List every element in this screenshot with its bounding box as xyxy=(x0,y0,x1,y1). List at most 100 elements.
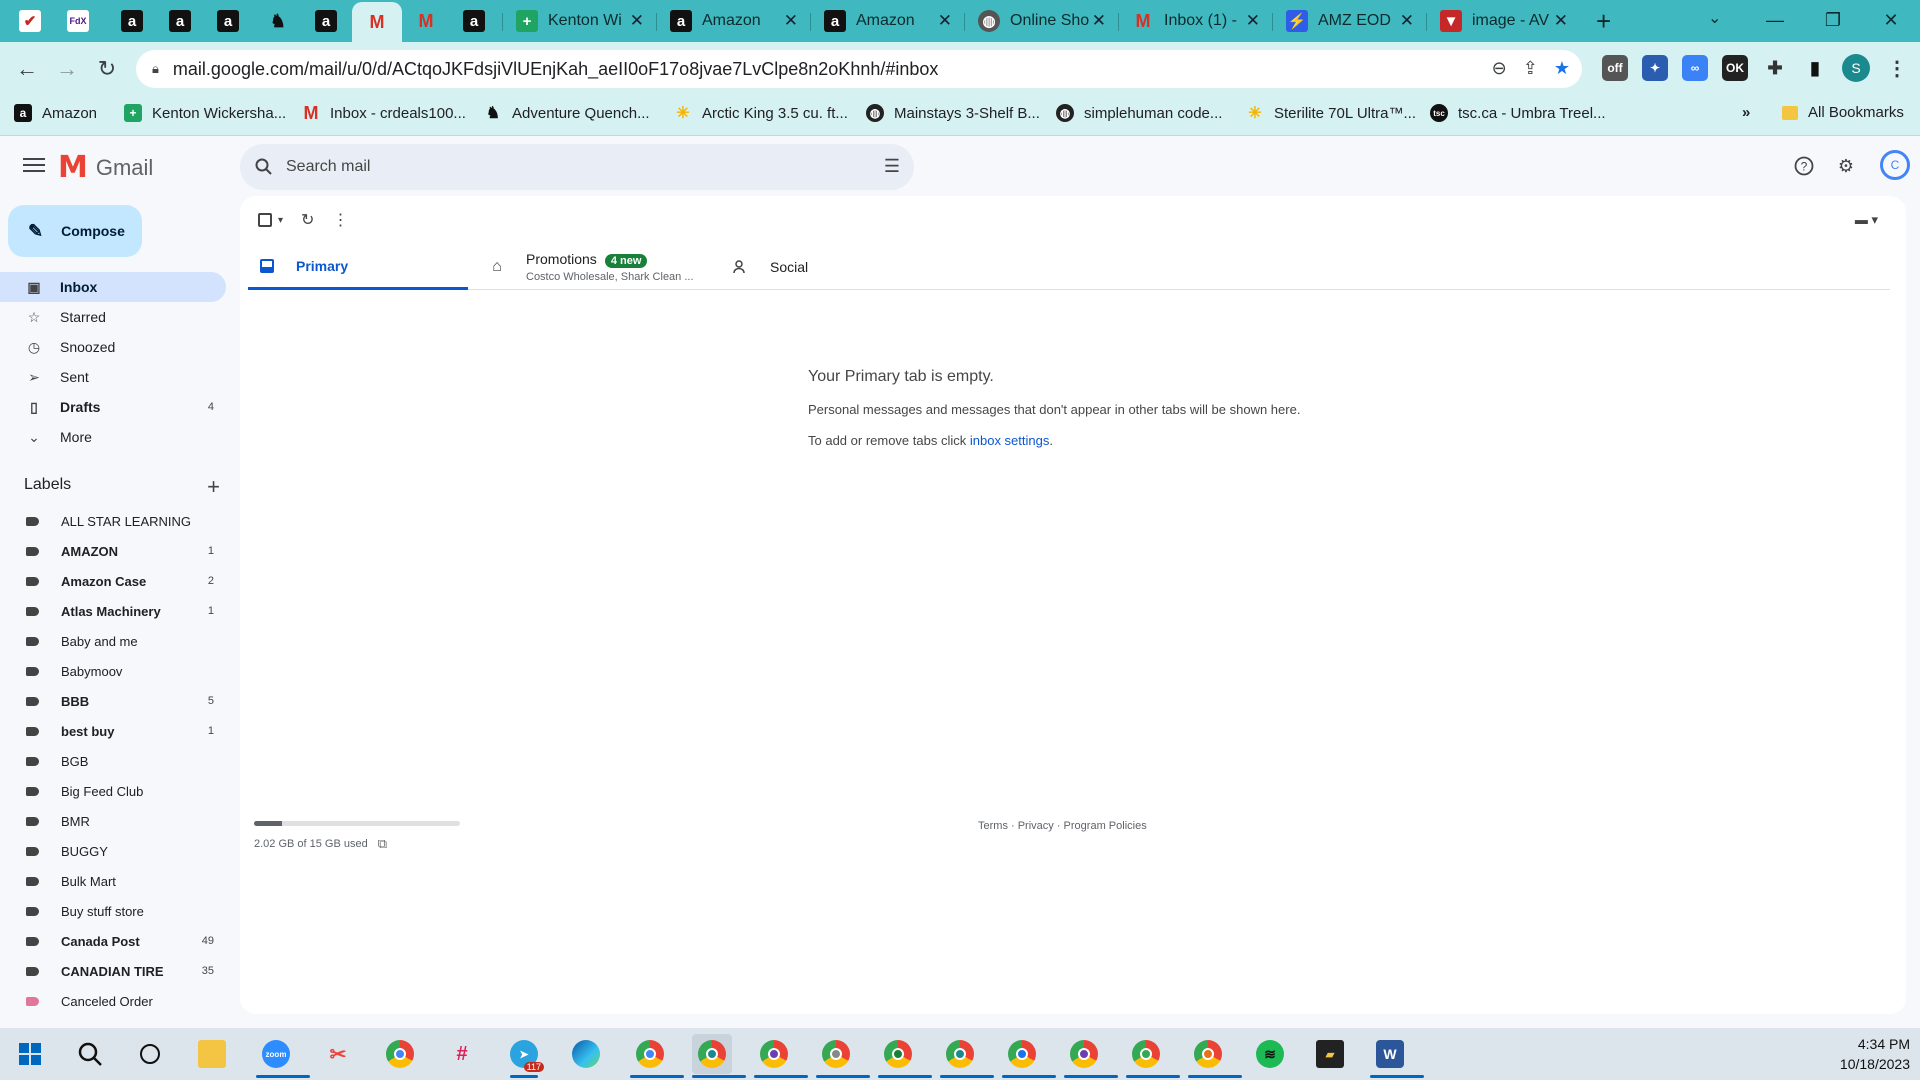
label-item[interactable]: Canceled Order xyxy=(0,986,226,1016)
bookmark-star-icon[interactable]: ★ xyxy=(1554,58,1570,79)
chrome-profile-icon[interactable] xyxy=(940,1034,994,1078)
chrome-profile-icon[interactable] xyxy=(754,1034,808,1078)
extension-icon[interactable]: ✦ xyxy=(1642,55,1668,81)
window-close-icon[interactable]: ✕ xyxy=(1862,0,1920,40)
settings-gear-icon[interactable]: ⚙ xyxy=(1834,154,1858,178)
sticky-notes-icon[interactable]: ▰ xyxy=(1310,1034,1350,1074)
search-input[interactable] xyxy=(286,158,846,176)
chrome-profile-icon[interactable] xyxy=(1126,1034,1180,1078)
telegram-icon[interactable]: ➤ 117 xyxy=(504,1034,544,1078)
browser-tab[interactable]: a xyxy=(450,2,498,40)
file-explorer-icon[interactable] xyxy=(192,1034,232,1074)
profile-avatar[interactable]: S xyxy=(1842,54,1870,82)
close-icon[interactable]: ✕ xyxy=(1400,11,1414,31)
close-icon[interactable]: ✕ xyxy=(1092,11,1106,31)
tab-social[interactable]: Social xyxy=(732,244,932,290)
lock-icon[interactable]: 🔒︎ xyxy=(152,61,159,77)
word-icon[interactable]: W xyxy=(1370,1034,1424,1078)
label-item[interactable]: BUGGY xyxy=(0,836,226,866)
browser-tab[interactable]: ⚡ AMZ EOD ✕ xyxy=(1274,2,1426,40)
minimize-icon[interactable]: — xyxy=(1746,0,1804,40)
bookmark-item[interactable]: tsc tsc.ca - Umbra Treel... xyxy=(1430,104,1606,122)
chrome-profile-icon[interactable] xyxy=(1188,1034,1242,1078)
address-bar[interactable]: 🔒︎ mail.google.com/mail/u/0/d/ACtqoJKFds… xyxy=(136,50,1582,88)
forward-icon[interactable]: → xyxy=(52,54,82,84)
chrome-profile-icon[interactable] xyxy=(878,1034,932,1078)
windows-icon[interactable] xyxy=(10,1034,50,1074)
browser-tab[interactable]: ♞ xyxy=(254,2,302,40)
label-item[interactable]: Atlas Machinery 1 xyxy=(0,596,226,626)
select-all-checkbox[interactable]: ▾ xyxy=(258,213,283,227)
search-icon[interactable] xyxy=(70,1034,110,1074)
label-item[interactable]: AMAZON 1 xyxy=(0,536,226,566)
tab-search-chevron-icon[interactable]: ⌄ xyxy=(1708,8,1721,28)
compose-button[interactable]: ✎ Compose xyxy=(8,205,142,257)
zoom-icon[interactable]: ⊖ xyxy=(1492,58,1507,79)
close-icon[interactable]: ✕ xyxy=(1246,11,1260,31)
bookmark-item[interactable]: ✳ Arctic King 3.5 cu. ft... xyxy=(674,104,848,123)
nav-item-inbox[interactable]: ▣ Inbox xyxy=(0,272,226,302)
back-icon[interactable]: ← xyxy=(12,54,42,84)
browser-tab[interactable]: ✔ xyxy=(6,2,54,40)
search-bar[interactable]: ☰ xyxy=(240,144,914,190)
browser-tab[interactable]: M xyxy=(402,2,450,40)
slack-icon[interactable]: # xyxy=(442,1034,482,1074)
side-panel-icon[interactable]: ▮ xyxy=(1802,55,1828,81)
nav-item-more[interactable]: ⌄ More xyxy=(0,422,226,452)
bookmark-item[interactable]: a Amazon xyxy=(14,104,97,122)
chrome-profile-icon[interactable] xyxy=(816,1034,870,1078)
zoom-icon[interactable]: zoom xyxy=(256,1034,310,1078)
refresh-icon[interactable]: ↻ xyxy=(301,210,314,230)
bookmark-item[interactable]: ◍ simplehuman code... xyxy=(1056,104,1222,122)
nav-item-snoozed[interactable]: ◷ Snoozed xyxy=(0,332,226,362)
browser-tab[interactable]: ▼ image - AV ✕ xyxy=(1428,2,1580,40)
share-icon[interactable]: ⇪ xyxy=(1523,58,1538,79)
chrome-profile-icon[interactable] xyxy=(1064,1034,1118,1078)
label-item[interactable]: BMR xyxy=(0,806,226,836)
input-tools-icon[interactable]: ▬ ▾ xyxy=(1855,212,1878,228)
close-icon[interactable]: ✕ xyxy=(784,11,798,31)
search-options-icon[interactable]: ☰ xyxy=(884,156,900,177)
nav-item-sent[interactable]: ➢ Sent xyxy=(0,362,226,392)
label-item[interactable]: Baby and me xyxy=(0,626,226,656)
bookmark-item[interactable]: ♞ Adventure Quench... xyxy=(484,104,650,123)
snipping-icon[interactable]: ✂ xyxy=(318,1034,358,1074)
browser-tab[interactable]: + Kenton Wi ✕ xyxy=(504,2,656,40)
help-icon[interactable]: ? xyxy=(1792,154,1816,178)
browser-tab-active[interactable]: M xyxy=(352,2,402,42)
account-avatar[interactable]: C xyxy=(1880,150,1910,180)
chrome-profile-icon[interactable] xyxy=(692,1034,746,1078)
chrome-profile-icon[interactable] xyxy=(630,1034,684,1078)
browser-tab[interactable]: ◍ Online Sho ✕ xyxy=(966,2,1118,40)
label-item[interactable]: ALL STAR LEARNING xyxy=(0,506,226,536)
system-clock[interactable]: 4:34 PM 10/18/2023 xyxy=(1840,1034,1910,1074)
search-icon[interactable] xyxy=(254,158,274,176)
label-item[interactable]: BBB 5 xyxy=(0,686,226,716)
edge-icon[interactable] xyxy=(566,1034,606,1074)
browser-tab[interactable]: a xyxy=(156,2,204,40)
inbox-settings-link[interactable]: inbox settings xyxy=(970,433,1050,448)
new-tab-icon[interactable]: + xyxy=(1596,6,1611,37)
label-item[interactable]: Canada Post 49 xyxy=(0,926,226,956)
close-icon[interactable]: ✕ xyxy=(630,11,644,31)
browser-tab[interactable]: FdX xyxy=(54,2,102,40)
restore-icon[interactable]: ❐ xyxy=(1804,0,1862,40)
task-view-icon[interactable] xyxy=(130,1034,170,1074)
bookmark-item[interactable]: M Inbox - crdeals100... xyxy=(302,103,466,123)
close-icon[interactable]: ✕ xyxy=(938,11,952,31)
bookmarks-overflow-icon[interactable]: » xyxy=(1742,104,1750,121)
browser-tab[interactable]: a xyxy=(204,2,252,40)
label-item[interactable]: Big Feed Club xyxy=(0,776,226,806)
spotify-icon[interactable]: ≋ xyxy=(1250,1034,1290,1074)
browser-tab[interactable]: a Amazon ✕ xyxy=(812,2,964,40)
tab-primary[interactable]: Primary xyxy=(248,244,468,290)
label-item[interactable]: best buy 1 xyxy=(0,716,226,746)
close-icon[interactable]: ✕ xyxy=(1554,11,1568,31)
label-item[interactable]: CANADIAN TIRE 35 xyxy=(0,956,226,986)
chrome-profile-icon[interactable] xyxy=(1002,1034,1056,1078)
nav-item-starred[interactable]: ☆ Starred xyxy=(0,302,226,332)
label-item[interactable]: Buy stuff store xyxy=(0,896,226,926)
browser-tab[interactable]: a xyxy=(108,2,156,40)
gmail-logo[interactable]: M Gmail xyxy=(58,150,153,185)
all-bookmarks[interactable]: All Bookmarks xyxy=(1782,104,1904,121)
